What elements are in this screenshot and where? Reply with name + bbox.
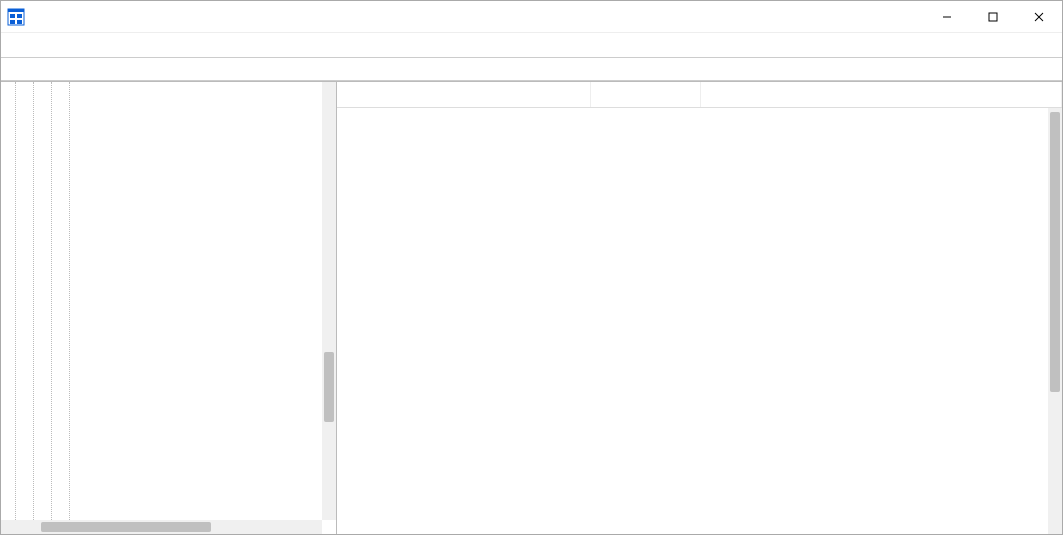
menu-file[interactable] bbox=[5, 43, 25, 47]
tree-horizontal-scrollbar-thumb[interactable] bbox=[41, 522, 211, 532]
minimize-button[interactable] bbox=[924, 1, 970, 33]
list-vertical-scrollbar-thumb[interactable] bbox=[1050, 112, 1060, 392]
regedit-icon bbox=[7, 8, 25, 26]
tree-list[interactable] bbox=[1, 82, 322, 520]
list-body[interactable] bbox=[337, 108, 1048, 534]
tree-vertical-scrollbar-thumb[interactable] bbox=[324, 352, 334, 422]
main-split bbox=[1, 81, 1062, 534]
column-header-type[interactable] bbox=[591, 82, 701, 107]
list-vertical-scrollbar[interactable] bbox=[1048, 108, 1062, 534]
address-bar[interactable] bbox=[1, 57, 1062, 81]
menu-favorites[interactable] bbox=[71, 43, 91, 47]
list-pane bbox=[337, 82, 1062, 534]
tree-horizontal-scrollbar[interactable] bbox=[1, 520, 322, 534]
title-bar bbox=[1, 1, 1062, 33]
list-header bbox=[337, 82, 1062, 108]
column-header-data[interactable] bbox=[701, 82, 1062, 107]
menu-view[interactable] bbox=[49, 43, 69, 47]
menu-help[interactable] bbox=[93, 43, 113, 47]
column-header-name[interactable] bbox=[337, 82, 591, 107]
tree-pane bbox=[1, 82, 337, 534]
tree-vertical-scrollbar[interactable] bbox=[322, 82, 336, 520]
menu-edit[interactable] bbox=[27, 43, 47, 47]
maximize-button[interactable] bbox=[970, 1, 1016, 33]
close-button[interactable] bbox=[1016, 1, 1062, 33]
menu-bar bbox=[1, 33, 1062, 57]
